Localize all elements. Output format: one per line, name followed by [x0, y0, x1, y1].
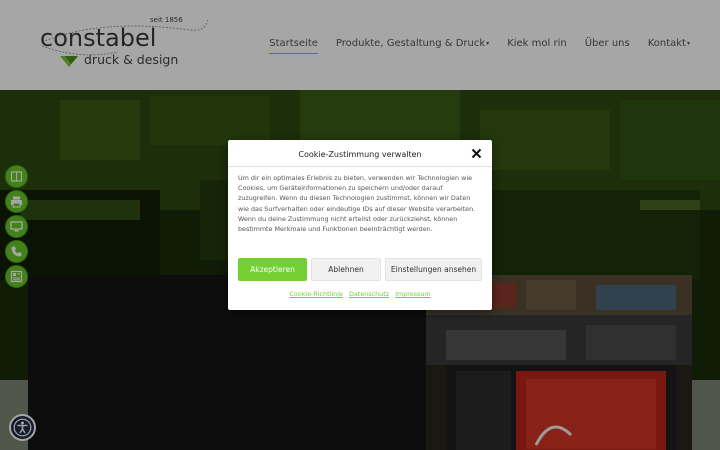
- preferences-button[interactable]: Einstellungen ansehen: [385, 258, 482, 281]
- privacy-link[interactable]: Datenschutz: [349, 290, 389, 298]
- cookie-consent-dialog: Cookie-Zustimmung verwalten Um dir ein o…: [228, 140, 492, 310]
- close-icon[interactable]: [471, 148, 482, 159]
- cookie-dialog-text: Um dir ein optimales Erlebnis zu bieten,…: [238, 174, 476, 234]
- cookie-policy-link[interactable]: Cookie-Richtlinie: [289, 290, 343, 298]
- accept-button[interactable]: Akzeptieren: [238, 258, 307, 281]
- cookie-dialog-buttons: Akzeptieren Ablehnen Einstellungen anseh…: [238, 258, 482, 281]
- cookie-dialog-links: Cookie-Richtlinie Datenschutz Impressum: [228, 290, 492, 298]
- deny-button[interactable]: Ablehnen: [311, 258, 381, 281]
- divider: [228, 166, 492, 167]
- imprint-link[interactable]: Impressum: [395, 290, 431, 298]
- cookie-dialog-title: Cookie-Zustimmung verwalten: [298, 150, 422, 159]
